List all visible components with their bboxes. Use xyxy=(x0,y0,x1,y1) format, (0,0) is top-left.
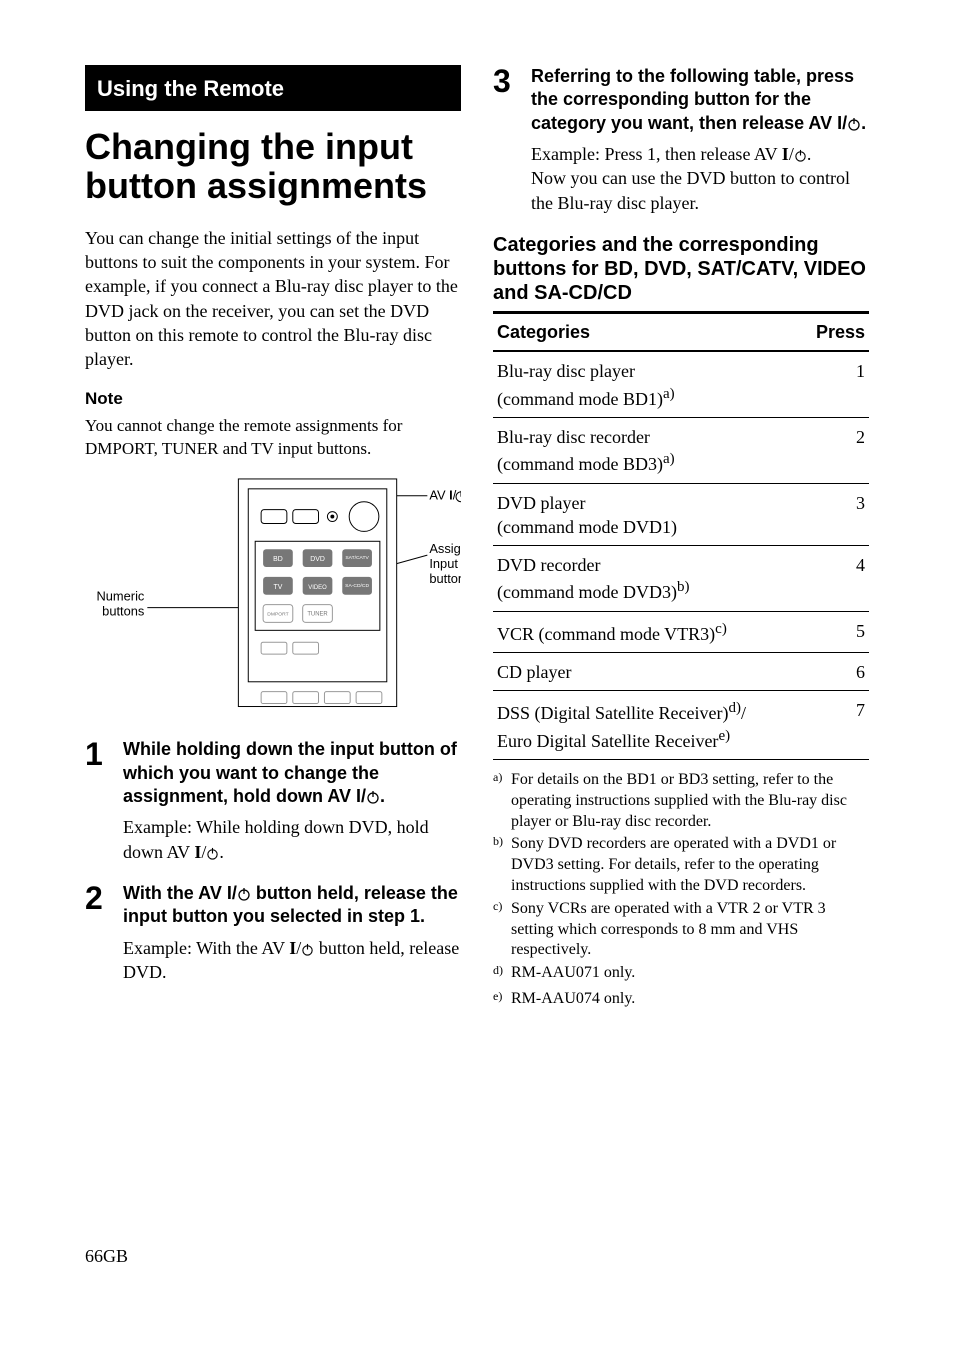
table-row: DVD recorder(command mode DVD3)b) 4 xyxy=(493,546,869,612)
svg-text:Assignable: Assignable xyxy=(429,542,461,557)
step-number: 1 xyxy=(85,738,111,864)
svg-text:TV: TV xyxy=(274,584,283,591)
svg-text:buttons: buttons xyxy=(102,604,144,619)
svg-text:SAT/CATV: SAT/CATV xyxy=(345,556,369,562)
step-1: 1 While holding down the input button of… xyxy=(85,738,461,864)
step-heading: Referring to the following table, press … xyxy=(531,65,869,135)
step-number: 3 xyxy=(493,65,519,215)
page-number: 66GB xyxy=(85,1244,461,1268)
table-row: CD player 6 xyxy=(493,653,869,691)
svg-text:DMPORT: DMPORT xyxy=(267,612,288,618)
step-heading: While holding down the input button of w… xyxy=(123,738,461,808)
categories-subheading: Categories and the corresponding buttons… xyxy=(493,233,869,314)
svg-text:VIDEO: VIDEO xyxy=(308,585,327,591)
intro-text: You can change the initial settings of t… xyxy=(85,226,461,372)
footnote-a: a) For details on the BD1 or BD3 setting… xyxy=(493,770,869,832)
svg-text:DVD: DVD xyxy=(310,557,325,564)
footnote-c: c) Sony VCRs are operated with a VTR 2 o… xyxy=(493,899,869,961)
table-row: Blu-ray disc recorder(command mode BD3)a… xyxy=(493,417,869,483)
svg-text:Input: Input xyxy=(429,556,458,571)
step-example: Example: With the AV I/ button held, rel… xyxy=(123,936,461,985)
step-example: Example: While holding down DVD, hold do… xyxy=(123,815,461,864)
table-row: VCR (command mode VTR3)c) 5 xyxy=(493,611,869,652)
table-row: Blu-ray disc player(command mode BD1)a) … xyxy=(493,351,869,417)
footnote-d: d) RM-AAU071 only. xyxy=(493,963,869,987)
footnote-e: e) RM-AAU074 only. xyxy=(493,989,869,1013)
power-icon xyxy=(794,149,807,162)
step-example: Example: Press 1, then release AV I/. No… xyxy=(531,142,869,215)
step-number: 2 xyxy=(85,882,111,984)
remote-svg: BD DVD SAT/CATV TV VIDEO SA-CD/CD DMPORT… xyxy=(85,474,461,711)
power-icon xyxy=(847,117,861,131)
power-icon xyxy=(237,887,251,901)
svg-text:buttons: buttons xyxy=(429,571,461,586)
section-header: Using the Remote xyxy=(85,65,461,111)
power-icon xyxy=(206,847,219,860)
note-heading: Note xyxy=(85,388,461,411)
svg-text:BD: BD xyxy=(273,557,283,564)
svg-text:Numeric: Numeric xyxy=(96,589,144,604)
table-row: DVD player(command mode DVD1) 3 xyxy=(493,483,869,546)
page-title: Changing the input button assignments xyxy=(85,127,461,206)
step-heading: With the AV I/ button held, release the … xyxy=(123,882,461,929)
power-icon xyxy=(366,790,380,804)
svg-text:TUNER: TUNER xyxy=(307,612,327,618)
table-row: DSS (Digital Satellite Receiver)d)/Euro … xyxy=(493,691,869,760)
power-icon xyxy=(301,943,314,956)
table-header-categories: Categories xyxy=(493,314,801,351)
categories-table: Categories Press Blu-ray disc player(com… xyxy=(493,314,869,760)
step-2: 2 With the AV I/ button held, release th… xyxy=(85,882,461,984)
footnotes: a) For details on the BD1 or BD3 setting… xyxy=(493,770,869,1013)
note-text: You cannot change the remote assignments… xyxy=(85,415,461,461)
footnote-b: b) Sony DVD recorders are operated with … xyxy=(493,834,869,896)
step-3: 3 Referring to the following table, pres… xyxy=(493,65,869,215)
remote-diagram: BD DVD SAT/CATV TV VIDEO SA-CD/CD DMPORT… xyxy=(85,474,461,718)
svg-text:SA-CD/CD: SA-CD/CD xyxy=(345,583,369,589)
table-header-press: Press xyxy=(801,314,869,351)
svg-text:AV I/: AV I/ xyxy=(429,488,456,503)
